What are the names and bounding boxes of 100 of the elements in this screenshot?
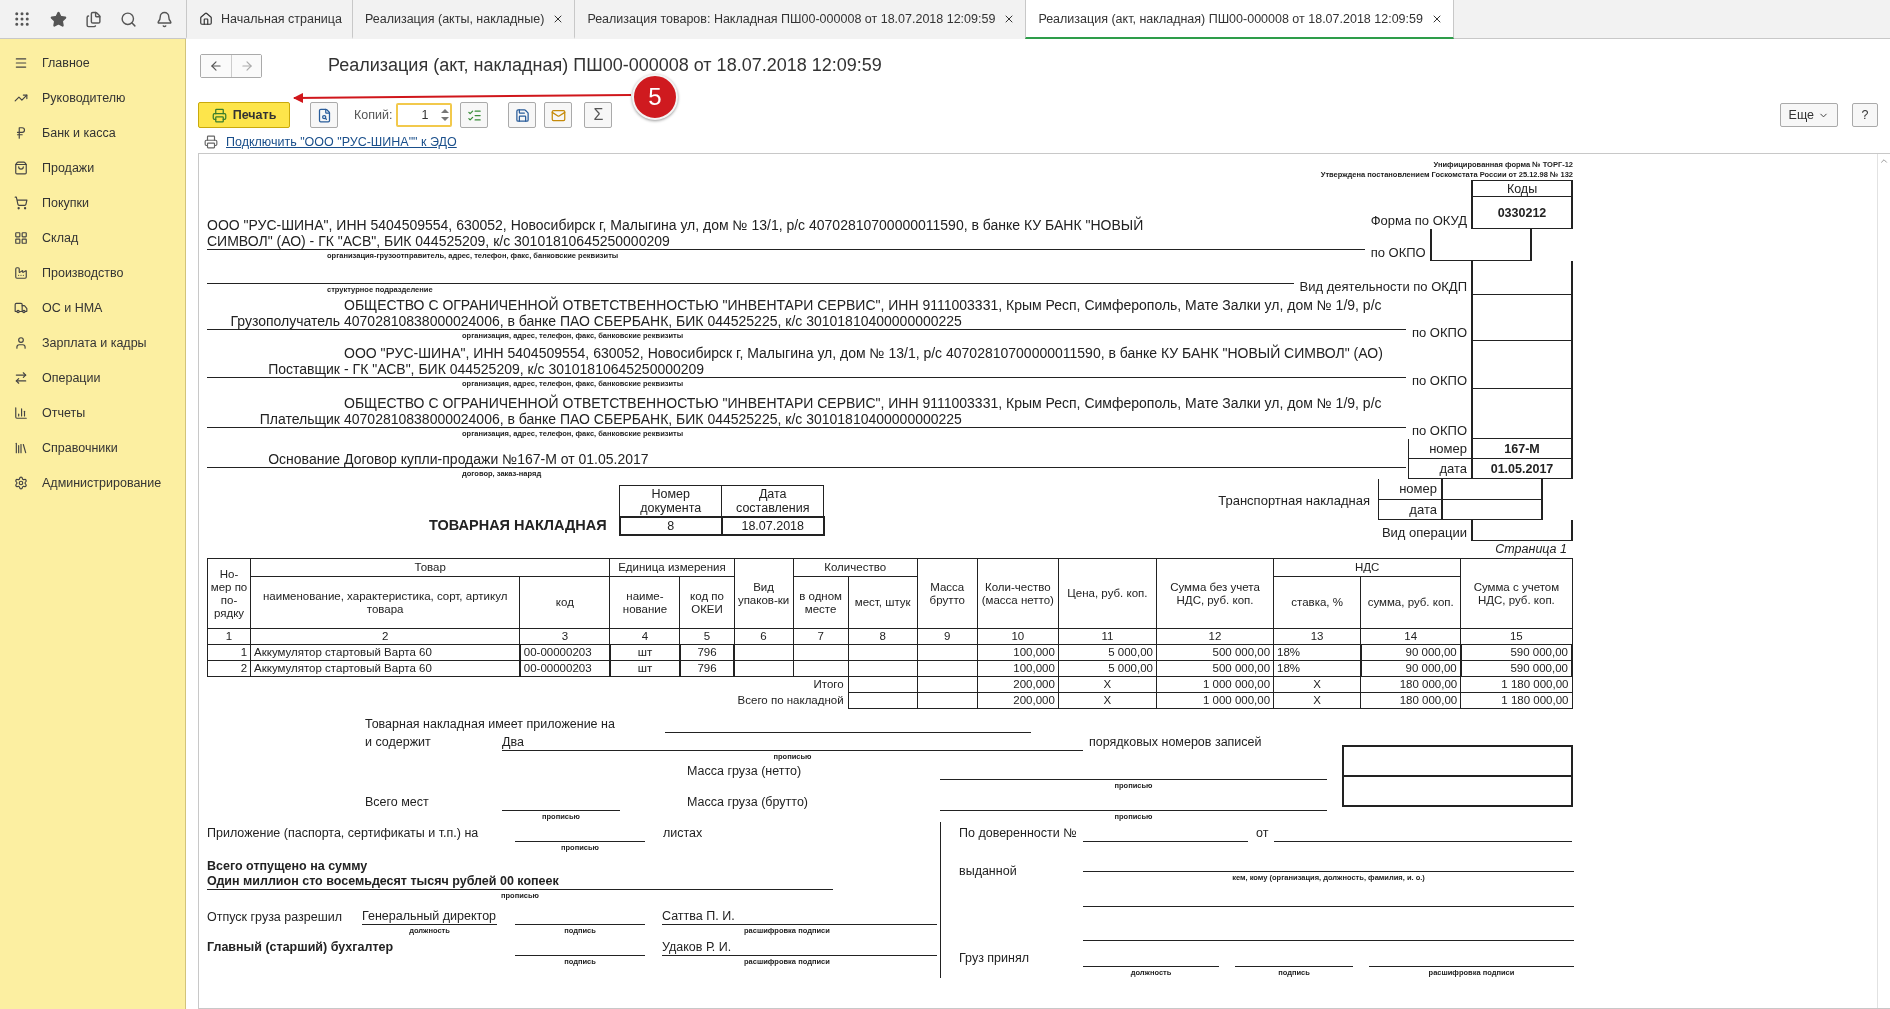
column-number: 13	[1273, 628, 1361, 645]
bag-icon	[14, 160, 28, 175]
release-label: Отпуск груза разрешил	[207, 910, 343, 926]
sidebar-item[interactable]: Операции	[0, 360, 185, 395]
sidebar-item[interactable]: ОС и НМА	[0, 290, 185, 325]
table-cell: 00-00000203	[519, 660, 610, 677]
sidebar-item[interactable]: Главное	[0, 45, 185, 80]
callout-badge: 5	[632, 74, 678, 120]
tab[interactable]: Реализация товаров: Накладная ПШ00-000008 от 18.07.2018 12:09:59	[574, 0, 1026, 39]
table-cell	[734, 644, 794, 661]
table-cell	[793, 644, 849, 661]
tab[interactable]: Реализация (акт, накладная) ПШ00-000008 от 18.07.2018 12:09:59	[1025, 0, 1454, 39]
documents-icon[interactable]	[84, 10, 102, 28]
table-cell	[917, 644, 978, 661]
preview-button[interactable]	[310, 102, 338, 128]
column-number: 2	[250, 628, 520, 645]
save-button[interactable]	[508, 102, 537, 128]
books-icon	[14, 440, 28, 455]
table-cell	[793, 660, 849, 677]
home-icon	[199, 11, 213, 26]
column-number: 4	[609, 628, 680, 645]
apps-icon[interactable]	[13, 10, 32, 28]
sidebar-item[interactable]: Покупки	[0, 185, 185, 220]
table-cell: 1 000 000,00	[1156, 692, 1274, 709]
column-header: Номер документа	[619, 485, 722, 517]
records-label: порядковых номеров записей	[1089, 735, 1262, 750]
column-header: наименование, характеристика, сорт, артикул товара	[250, 576, 520, 629]
fill-in-line: Удаков Р. И.	[662, 940, 937, 956]
sum-button[interactable]: Σ	[584, 102, 613, 128]
copies-field[interactable]: 1	[396, 103, 453, 127]
sidebar-item[interactable]: Справочники	[0, 430, 185, 465]
edo-link[interactable]: Подключить "ООО "РУС-ШИНА"" к ЭДО	[226, 135, 457, 149]
sidebar-item[interactable]: Продажи	[0, 150, 185, 185]
star-icon[interactable]	[49, 10, 67, 28]
sidebar-item[interactable]: Зарплата и кадры	[0, 325, 185, 360]
table-cell	[848, 644, 918, 661]
column-header: наиме-нование	[609, 576, 680, 629]
bell-icon[interactable]	[155, 10, 173, 28]
table-cell	[848, 676, 918, 693]
column-header: Сумма с учетом НДС, руб. коп.	[1460, 558, 1572, 629]
sidebar-item[interactable]: Банк и касса	[0, 115, 185, 150]
mail-button[interactable]	[544, 102, 573, 128]
sidebar-item[interactable]: Производство	[0, 255, 185, 290]
transfer-icon	[14, 370, 28, 385]
code-cell: 0330212	[1471, 197, 1573, 229]
printer-icon	[211, 107, 227, 123]
party-details: ООО "РУС-ШИНА", ИНН 5404509554, 630052, Новосибирск г, Малыгина ул, дом № 13/1, р/с 40702810700000011590, в банке КУ БАНК "НОВЫЙ СИМВОЛ" (АО) - ГК "АСВ", БИК 044525209, к/с 30101810645250000209	[207, 217, 1145, 249]
total-label: Всего отпущено на сумму	[207, 859, 369, 874]
search-icon[interactable]	[120, 10, 138, 28]
column-header: Единица измерения	[609, 558, 735, 577]
code-label: Форма по ОКУД	[1369, 212, 1468, 229]
table-cell: 100,000	[977, 660, 1059, 677]
party-details: Договор купли-продажи №167-М от 01.05.2017	[344, 451, 650, 467]
sidebar-item[interactable]: Администрирование	[0, 465, 185, 500]
ruble-icon	[14, 125, 28, 140]
column-number: 11	[1058, 628, 1157, 645]
position-line: Генеральный директор	[362, 909, 497, 925]
table-cell: 500 000,00	[1156, 660, 1274, 677]
table-cell: 200,000	[977, 692, 1059, 709]
sidebar-item[interactable]: Руководителю	[0, 80, 185, 115]
checklist-icon	[466, 107, 482, 123]
table-cell: 1 180 000,00	[1460, 676, 1572, 693]
window-title: Реализация (акт, накладная) ПШ00-000008 от 18.07.2018 12:09:59	[328, 54, 882, 76]
code-cell: 167-М	[1471, 439, 1573, 459]
table-cell: 180 000,00	[1360, 692, 1461, 709]
table-cell: X	[1273, 692, 1361, 709]
print-button[interactable]: Печать	[198, 102, 290, 128]
column-header: ставка, %	[1273, 576, 1361, 629]
table-cell	[917, 692, 978, 709]
sheets-label: листах	[663, 826, 703, 841]
more-button[interactable]: Еще	[1779, 103, 1838, 127]
spinner-icon[interactable]	[441, 108, 450, 122]
sidebar-item[interactable]: Склад	[0, 220, 185, 255]
tab[interactable]: Начальная страница	[186, 0, 352, 39]
help-button[interactable]: ?	[1852, 103, 1878, 127]
table-cell: 90 000,00	[1360, 644, 1461, 661]
party-details: ООО "РУС-ШИНА", ИНН 5404509554, 630052, Новосибирск г, Малыгина ул, дом № 13/1, р/с 40702810700000011590, в банке КУ БАНК "НОВЫЙ СИМВОЛ" (АО) - ГК "АСВ", БИК 044525209, к/с 30101810645250000209	[344, 345, 1384, 377]
tab-label: Реализация товаров: Накладная ПШ00-000008 от 18.07.2018 12:09:59	[587, 11, 996, 26]
scrollbar[interactable]	[1877, 154, 1890, 1008]
arrow-right-icon	[239, 59, 254, 73]
sidebar-item[interactable]: Отчеты	[0, 395, 185, 430]
party-details: ОБЩЕСТВО С ОГРАНИЧЕННОЙ ОТВЕТСТВЕННОСТЬЮ "ИНВЕНТАРИ СЕРВИС", ИНН 9111003331, Крым Респ, Симферополь, Мате Залки ул, дом № 1/9, р/с 40702810838000024006, в банке ПАО СБЕРБАНК, БИК 044525225, к/с 30101810400000000225	[344, 395, 1383, 427]
printer-icon	[204, 135, 218, 149]
tab-label: Реализация (акт, накладная) ПШ00-000008 от 18.07.2018 12:09:59	[1038, 11, 1423, 26]
totals-label: Итого	[207, 676, 849, 693]
tab-label: Реализация (акты, накладные)	[364, 11, 545, 26]
code-label: дата	[1408, 459, 1471, 479]
checklist-button[interactable]	[460, 102, 489, 128]
column-number: 9	[917, 628, 978, 645]
column-header: Вид упаков-ки	[734, 558, 794, 629]
column-number: 12	[1156, 628, 1274, 645]
scroll-up-icon	[1879, 156, 1889, 166]
table-cell: X	[1058, 692, 1157, 709]
code-label: Вид операции	[1380, 524, 1468, 541]
code-label: номер	[1408, 439, 1471, 459]
tab[interactable]: Реализация (акты, накладные)	[351, 0, 575, 39]
save-icon	[514, 107, 530, 123]
column-number: 7	[793, 628, 849, 645]
column-header: код	[519, 576, 610, 629]
table-cell: X	[1058, 676, 1157, 693]
